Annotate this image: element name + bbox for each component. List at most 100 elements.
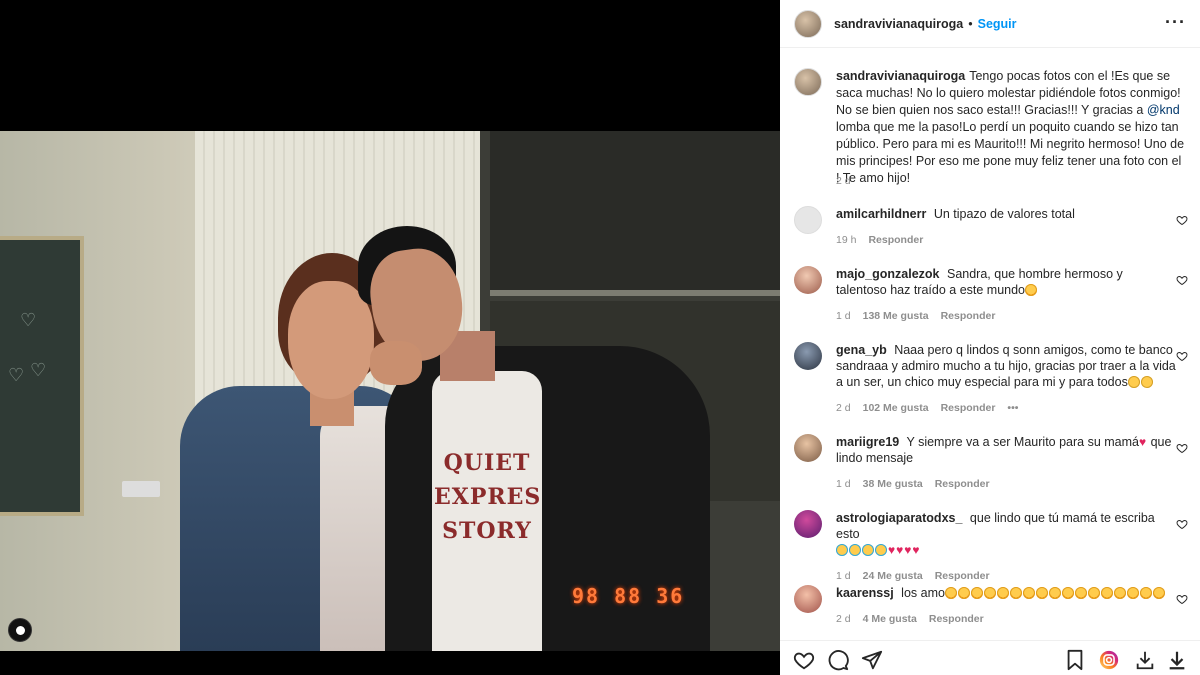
photo-datestamp: 98 88 36 bbox=[572, 584, 685, 608]
heart-eyes-emoji-icon bbox=[1025, 284, 1038, 296]
heart-eyes-emoji-icon bbox=[944, 587, 957, 599]
more-options-icon[interactable]: ··· bbox=[1165, 12, 1186, 33]
share-icon[interactable] bbox=[861, 649, 883, 671]
comment-time[interactable]: 1 d bbox=[836, 310, 851, 322]
comment-meta: 19 h Responder bbox=[836, 232, 1176, 248]
post-caption: sandravivianaquiroga Tengo pocas fotos co… bbox=[794, 68, 1190, 187]
comment-time[interactable]: 1 d bbox=[836, 570, 851, 582]
comment-body: kaarenssj los amo 2 d 4 Me gusta Responder bbox=[836, 585, 1176, 627]
man-shirt-print: QUIET EXPRES STORY bbox=[434, 446, 540, 548]
comment-likes[interactable]: 38 Me gusta bbox=[863, 478, 923, 490]
comment-meta: 2 d 4 Me gusta Responder bbox=[836, 611, 1176, 627]
follow-button[interactable]: Seguir bbox=[978, 17, 1017, 31]
comment-text: Un tipazo de valores total bbox=[933, 207, 1075, 221]
comment-body: astrologiaparatodxs_ que lindo que tú ma… bbox=[836, 510, 1176, 584]
comment-likes[interactable]: 138 Me gusta bbox=[863, 310, 929, 322]
post-media[interactable]: ♡ ♡ ♡ QUIET EXPRES STORY 98 88 36 bbox=[0, 0, 780, 675]
comment-avatar[interactable] bbox=[794, 510, 822, 538]
like-comment-heart-icon[interactable] bbox=[1176, 274, 1188, 286]
instagram-logo-icon[interactable] bbox=[1098, 649, 1120, 671]
comment-time[interactable]: 19 h bbox=[836, 234, 856, 246]
caption-timestamp[interactable]: 2 d bbox=[836, 175, 851, 187]
comment-meta: 1 d 38 Me gusta Responder bbox=[836, 476, 1176, 492]
comment-avatar[interactable] bbox=[794, 342, 822, 370]
comment-username[interactable]: mariigre19 bbox=[836, 435, 899, 449]
comment-meta: 1 d 138 Me gusta Responder bbox=[836, 308, 1176, 324]
shirt-text-line: STORY bbox=[442, 518, 532, 544]
comment-meta: 2 d 102 Me gusta Responder ••• bbox=[836, 400, 1176, 416]
post-header: sandravivianaquiroga • Seguir ··· bbox=[780, 0, 1200, 48]
comment-likes[interactable]: 102 Me gusta bbox=[863, 402, 929, 414]
comment-avatar[interactable] bbox=[794, 434, 822, 462]
like-comment-heart-icon[interactable] bbox=[1176, 518, 1188, 530]
comment-likes[interactable]: 4 Me gusta bbox=[863, 613, 917, 625]
caption-body-end: lomba que me la paso!Lo perdí un poquito… bbox=[836, 120, 1185, 185]
heart-eyes-emoji-icon bbox=[1022, 587, 1035, 599]
comment-body: gena_yb Naaa pero q lindos q sonn amigos… bbox=[836, 342, 1176, 416]
reply-button[interactable]: Responder bbox=[935, 478, 990, 490]
comment-username[interactable]: amilcarhildnerr bbox=[836, 207, 926, 221]
comment-avatar[interactable] bbox=[794, 585, 822, 613]
bookmark-icon[interactable] bbox=[1064, 649, 1086, 671]
comment-meta: 1 d 24 Me gusta Responder bbox=[836, 568, 1176, 584]
post-side-panel: sandravivianaquiroga • Seguir ··· sandra… bbox=[780, 0, 1200, 675]
red-heart-emoji-icon: ♥ bbox=[912, 543, 920, 557]
man-hand bbox=[370, 341, 422, 385]
heart-eyes-emoji-icon bbox=[1048, 587, 1061, 599]
pleading-face-emoji-icon bbox=[1140, 376, 1153, 388]
download-arrow-icon[interactable] bbox=[1166, 649, 1188, 671]
heart-eyes-emoji-icon bbox=[970, 587, 983, 599]
heart-eyes-emoji-icon bbox=[1139, 587, 1152, 599]
like-comment-heart-icon[interactable] bbox=[1176, 593, 1188, 605]
chalk-heart: ♡ bbox=[30, 360, 47, 381]
caption-username[interactable]: sandravivianaquiroga bbox=[836, 69, 965, 83]
reply-button[interactable]: Responder bbox=[868, 234, 923, 246]
heart-eyes-emoji-icon bbox=[1100, 587, 1113, 599]
red-heart-emoji-icon: ♥ bbox=[904, 543, 912, 557]
separator-dot: • bbox=[968, 16, 973, 31]
comment-time[interactable]: 2 d bbox=[836, 613, 851, 625]
comment-avatar[interactable] bbox=[794, 206, 822, 234]
caption-mention[interactable]: @knd bbox=[1147, 103, 1180, 117]
chalk-heart: ♡ bbox=[8, 365, 25, 386]
like-comment-heart-icon[interactable] bbox=[1176, 350, 1188, 362]
dark-window bbox=[490, 131, 780, 296]
comment-username[interactable]: gena_yb bbox=[836, 343, 887, 357]
comment-avatar[interactable] bbox=[794, 266, 822, 294]
comment-icon[interactable] bbox=[827, 649, 849, 671]
heart-eyes-emoji-icon bbox=[1061, 587, 1074, 599]
heart-eyes-emoji-icon bbox=[1035, 587, 1048, 599]
comment-time[interactable]: 2 d bbox=[836, 402, 851, 414]
like-comment-heart-icon[interactable] bbox=[1176, 214, 1188, 226]
crying-face-emoji-icon bbox=[875, 544, 887, 556]
tagged-users-button[interactable] bbox=[8, 618, 32, 642]
reply-button[interactable]: Responder bbox=[935, 570, 990, 582]
download-icon[interactable] bbox=[1134, 649, 1156, 671]
emoji-row bbox=[944, 586, 1166, 600]
user-icon bbox=[15, 625, 25, 635]
reply-button[interactable]: Responder bbox=[929, 613, 984, 625]
heart-icon[interactable] bbox=[793, 649, 815, 671]
comment-text: Y siempre va a ser Maurito para su mamá bbox=[906, 435, 1139, 449]
author-avatar[interactable] bbox=[794, 9, 822, 38]
like-comment-heart-icon[interactable] bbox=[1176, 442, 1188, 454]
comment-time[interactable]: 1 d bbox=[836, 478, 851, 490]
comment-text: los amo bbox=[901, 586, 945, 600]
comment-username[interactable]: astrologiaparatodxs_ bbox=[836, 511, 962, 525]
heart-eyes-emoji-icon bbox=[1087, 587, 1100, 599]
heart-eyes-emoji-icon bbox=[957, 587, 970, 599]
pleading-face-emoji-icon bbox=[1127, 376, 1140, 388]
comment-more-options-icon[interactable]: ••• bbox=[1007, 402, 1018, 414]
crying-face-emoji-icon bbox=[849, 544, 861, 556]
comment-username[interactable]: kaarenssj bbox=[836, 586, 894, 600]
post-actions-bar bbox=[780, 640, 1200, 675]
post-photo: ♡ ♡ ♡ QUIET EXPRES STORY 98 88 36 bbox=[0, 131, 780, 651]
reply-button[interactable]: Responder bbox=[941, 402, 996, 414]
comment-likes[interactable]: 24 Me gusta bbox=[863, 570, 923, 582]
red-heart-emoji-icon: ♥ bbox=[1139, 435, 1147, 449]
author-username[interactable]: sandravivianaquiroga bbox=[834, 17, 963, 31]
reply-button[interactable]: Responder bbox=[941, 310, 996, 322]
comment-username[interactable]: majo_gonzalezok bbox=[836, 267, 940, 281]
caption-avatar[interactable] bbox=[794, 68, 822, 96]
heart-eyes-emoji-icon bbox=[996, 587, 1009, 599]
